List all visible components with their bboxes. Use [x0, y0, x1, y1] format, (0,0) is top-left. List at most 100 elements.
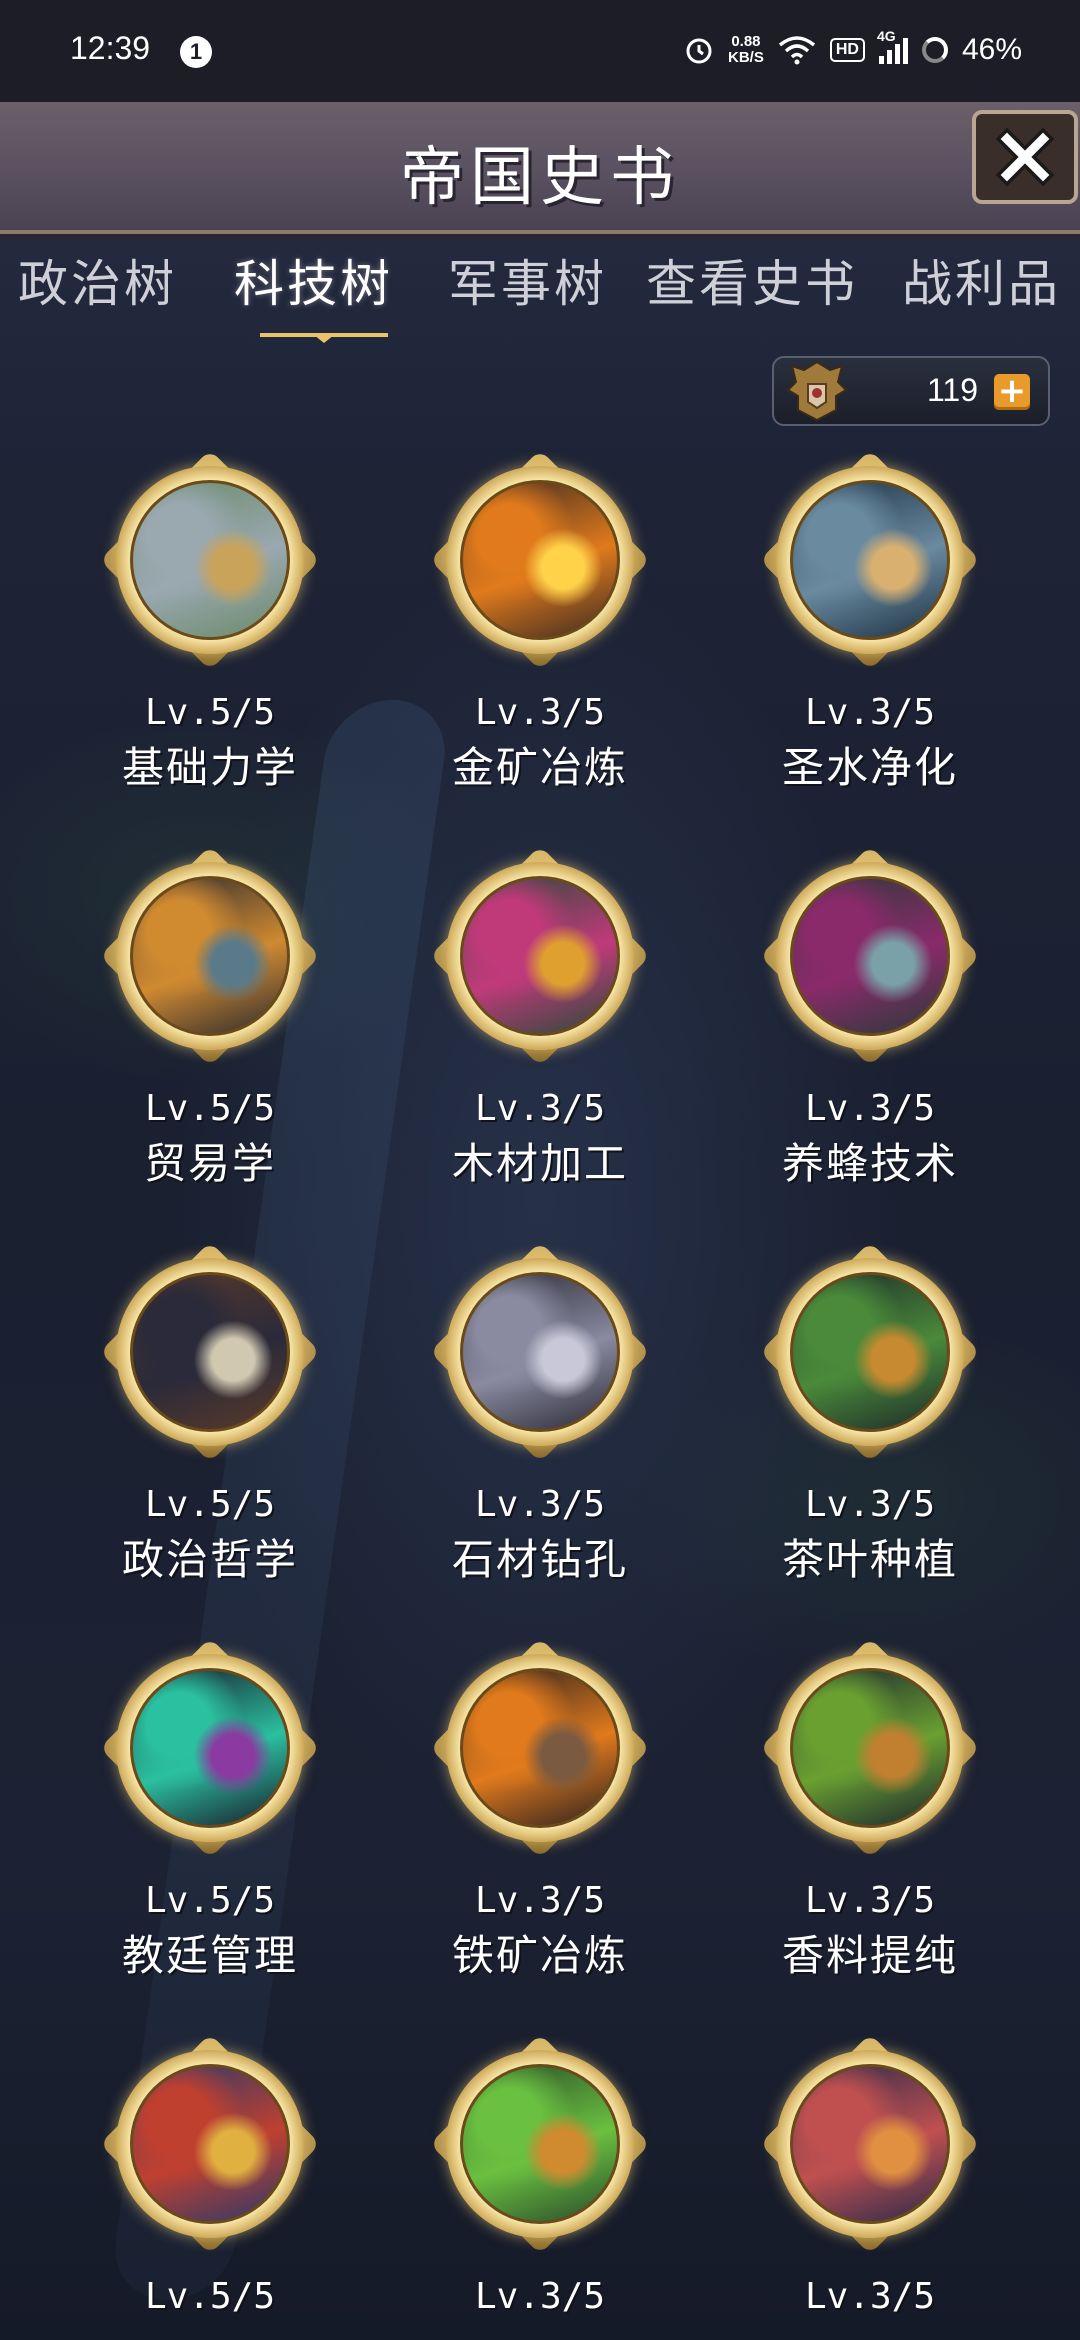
tech-artwork-icon — [790, 1668, 950, 1828]
eagle-crest-icon — [786, 360, 848, 422]
currency-badge: 119 + — [772, 356, 1050, 426]
tech-level: Lv.5/5 — [144, 1088, 276, 1129]
battery-percent: 46% — [961, 33, 1022, 66]
tech-artwork-icon — [130, 876, 290, 1036]
tech-medallion[interactable] — [759, 2033, 981, 2255]
tech-item[interactable]: Lv.5/5 政治哲学 — [70, 1232, 350, 1584]
status-bar: 12:39 1 0.88 KB/S HD 4G 46% — [0, 0, 1080, 102]
tech-artwork-icon — [130, 1668, 290, 1828]
notification-badge: 1 — [180, 36, 212, 68]
tech-medallion[interactable] — [759, 845, 981, 1067]
tech-item[interactable]: Lv.3/5 铁矿冶炼 — [400, 1628, 680, 1980]
tech-medallion[interactable] — [429, 845, 651, 1067]
tech-item[interactable]: Lv.3/5 — [400, 2024, 680, 2340]
tech-medallion[interactable] — [99, 449, 321, 671]
tech-name: 香料提纯 — [781, 1931, 958, 1980]
tech-level: Lv.3/5 — [474, 1484, 606, 1525]
tab-bar: 政治树 科技树 军事树 查看史书 战利品 — [0, 248, 1080, 320]
tech-level: Lv.3/5 — [804, 1484, 936, 1525]
tech-medallion[interactable] — [429, 449, 651, 671]
tech-artwork-icon — [460, 2064, 620, 2224]
tech-level: Lv.3/5 — [804, 1880, 936, 1921]
battery-icon — [921, 37, 948, 63]
tab-tech-tree[interactable]: 科技树 — [234, 248, 393, 320]
tech-medallion[interactable] — [429, 1637, 651, 1859]
tech-item[interactable]: Lv.3/5 石材钻孔 — [400, 1232, 680, 1584]
tech-level: Lv.3/5 — [474, 692, 606, 733]
network-speed: 0.88 KB/S — [728, 34, 764, 66]
tech-artwork-icon — [790, 1272, 950, 1432]
hd-badge: HD — [829, 38, 865, 62]
tech-item[interactable]: Lv.3/5 养蜂技术 — [730, 836, 1010, 1188]
tech-artwork-icon — [460, 1668, 620, 1828]
tech-medallion[interactable] — [99, 2033, 321, 2255]
tab-view-history[interactable]: 查看史书 — [646, 248, 858, 320]
tech-level: Lv.3/5 — [474, 1088, 606, 1129]
tech-name: 教廷管理 — [121, 1931, 298, 1980]
tech-medallion[interactable] — [759, 449, 981, 671]
tech-artwork-icon — [130, 480, 290, 640]
network-speed-value: 0.88 — [731, 33, 761, 50]
tech-artwork-icon — [130, 2064, 290, 2224]
tech-medallion[interactable] — [99, 1241, 321, 1463]
tech-item[interactable]: Lv.3/5 茶叶种植 — [730, 1232, 1010, 1584]
tech-medallion[interactable] — [759, 1637, 981, 1859]
tech-level: Lv.5/5 — [144, 692, 276, 733]
tab-military-tree[interactable]: 军事树 — [448, 248, 607, 320]
tech-item[interactable]: Lv.3/5 金矿冶炼 — [400, 440, 680, 792]
network-type: 4G — [876, 28, 896, 44]
tech-artwork-icon — [790, 2064, 950, 2224]
tech-item[interactable]: Lv.3/5 香料提纯 — [730, 1628, 1010, 1980]
active-tab-indicator — [260, 333, 388, 343]
tech-name: 木材加工 — [451, 1139, 628, 1188]
tech-artwork-icon — [790, 480, 950, 640]
network-speed-unit: KB/S — [728, 49, 764, 66]
tech-item[interactable]: Lv.3/5 木材加工 — [400, 836, 680, 1188]
tech-level: Lv.3/5 — [474, 2276, 606, 2317]
tech-artwork-icon — [790, 876, 950, 1036]
tech-item[interactable]: Lv.5/5 — [70, 2024, 350, 2340]
tech-medallion[interactable] — [759, 1241, 981, 1463]
tech-item[interactable]: Lv.3/5 圣水净化 — [730, 440, 1010, 792]
tech-level: Lv.3/5 — [474, 1880, 606, 1921]
tech-medallion[interactable] — [99, 845, 321, 1067]
tech-item[interactable]: Lv.5/5 基础力学 — [70, 440, 350, 792]
currency-value: 119 — [926, 372, 978, 408]
tech-name: 基础力学 — [121, 743, 298, 792]
page-title: 帝国史书 — [400, 141, 680, 215]
tech-medallion[interactable] — [429, 2033, 651, 2255]
screen: 12:39 1 0.88 KB/S HD 4G 46% 帝国史书 政治树 科技树… — [0, 0, 1080, 2340]
tab-politics-tree[interactable]: 政治树 — [18, 248, 177, 320]
tech-artwork-icon — [460, 1272, 620, 1432]
tech-artwork-icon — [460, 876, 620, 1036]
tab-spoils[interactable]: 战利品 — [902, 248, 1061, 320]
add-currency-button[interactable]: + — [994, 374, 1030, 410]
tech-name: 金矿冶炼 — [451, 743, 628, 792]
tech-medallion[interactable] — [99, 1637, 321, 1859]
tech-name: 铁矿冶炼 — [451, 1931, 628, 1980]
tech-level: Lv.3/5 — [804, 1088, 936, 1129]
close-button[interactable] — [972, 110, 1078, 204]
tech-item[interactable]: Lv.5/5 教廷管理 — [70, 1628, 350, 1980]
alarm-icon — [686, 38, 712, 64]
tech-name: 贸易学 — [143, 1139, 276, 1188]
tech-artwork-icon — [460, 480, 620, 640]
tech-name: 养蜂技术 — [781, 1139, 958, 1188]
tech-level: Lv.3/5 — [804, 2276, 936, 2317]
tech-name: 圣水净化 — [781, 743, 958, 792]
tech-level: Lv.5/5 — [144, 2276, 276, 2317]
title-bar: 帝国史书 — [0, 102, 1080, 234]
tech-name: 政治哲学 — [121, 1535, 298, 1584]
status-time: 12:39 — [70, 30, 151, 66]
cellular-signal: 4G — [877, 28, 908, 64]
tech-artwork-icon — [130, 1272, 290, 1432]
close-icon — [995, 127, 1055, 187]
tech-item[interactable]: Lv.3/5 — [730, 2024, 1010, 2340]
tech-name: 石材钻孔 — [451, 1535, 628, 1584]
tech-level: Lv.5/5 — [144, 1880, 276, 1921]
status-icons: 0.88 KB/S HD 4G 46% — [684, 28, 1022, 72]
tech-medallion[interactable] — [429, 1241, 651, 1463]
tech-level: Lv.3/5 — [804, 692, 936, 733]
tech-name: 茶叶种植 — [781, 1535, 958, 1584]
tech-item[interactable]: Lv.5/5 贸易学 — [70, 836, 350, 1188]
